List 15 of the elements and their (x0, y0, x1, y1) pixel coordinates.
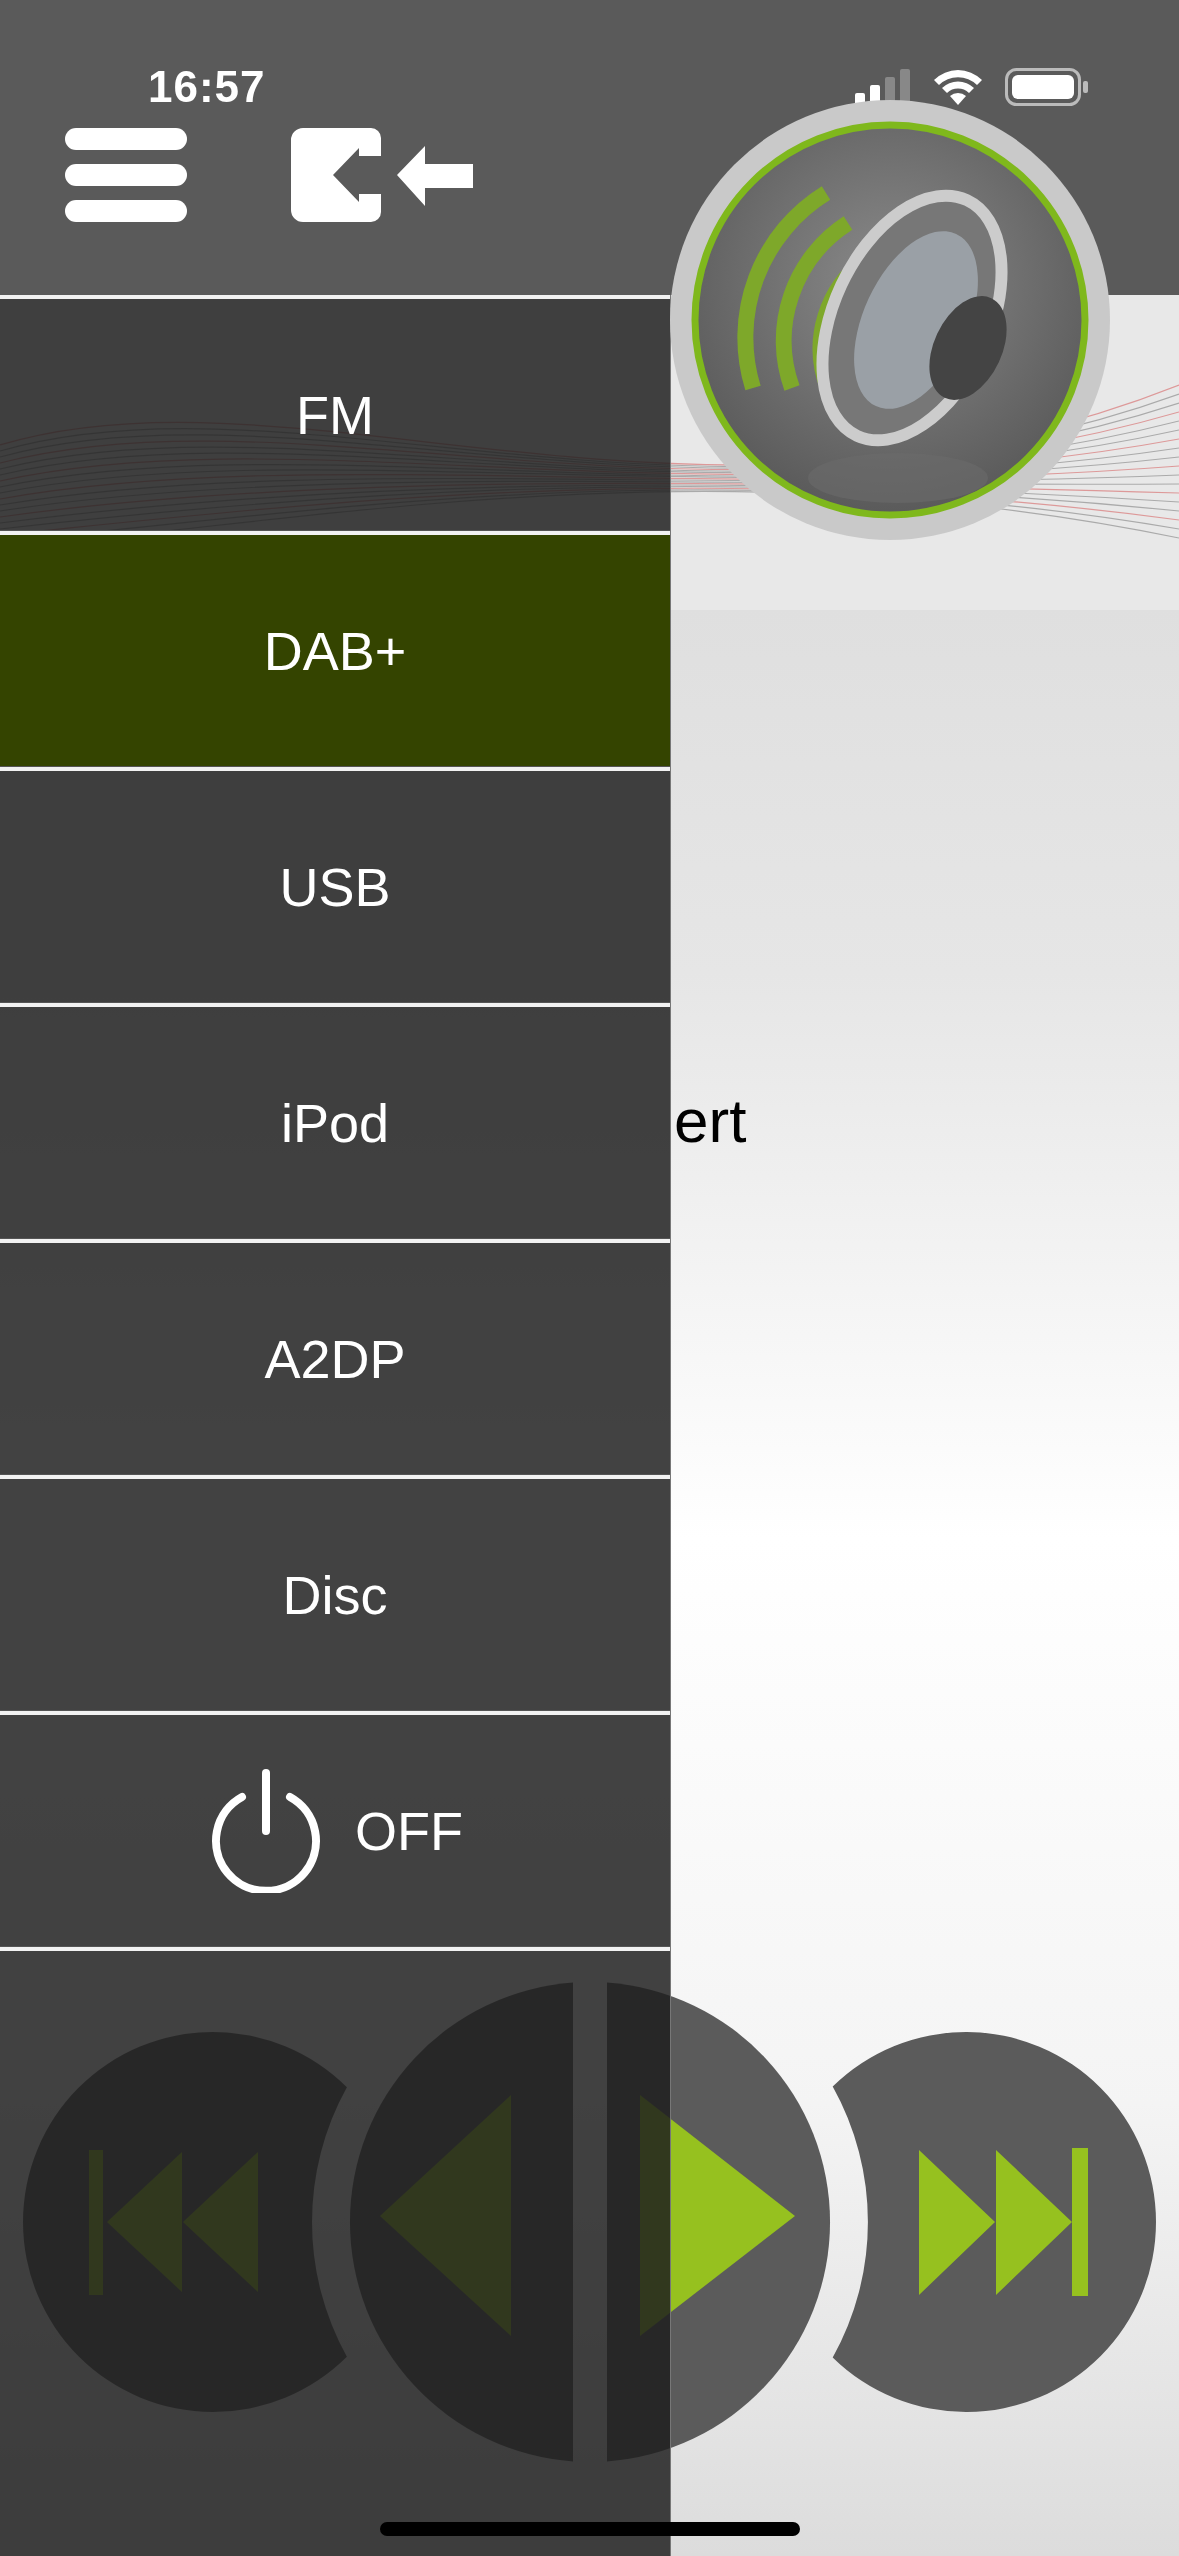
next-track-button[interactable] (832, 2032, 1156, 2412)
menu-item[interactable]: USB (0, 767, 670, 1003)
station-slogan: ert (674, 1090, 747, 1152)
menu-button[interactable] (65, 128, 187, 222)
exit-icon (291, 128, 473, 222)
wifi-icon (933, 69, 983, 105)
menu-icon (65, 128, 187, 222)
battery-icon (1005, 68, 1089, 106)
menu-item[interactable]: iPod (0, 1003, 670, 1239)
power-off-item[interactable]: OFF (0, 1711, 670, 1947)
menu-item[interactable]: Disc (0, 1475, 670, 1711)
menu-item[interactable]: A2DP (0, 1239, 670, 1475)
menu-item[interactable]: DAB+ (0, 531, 670, 767)
exit-button[interactable] (291, 128, 473, 222)
status-time: 16:57 (148, 62, 266, 112)
